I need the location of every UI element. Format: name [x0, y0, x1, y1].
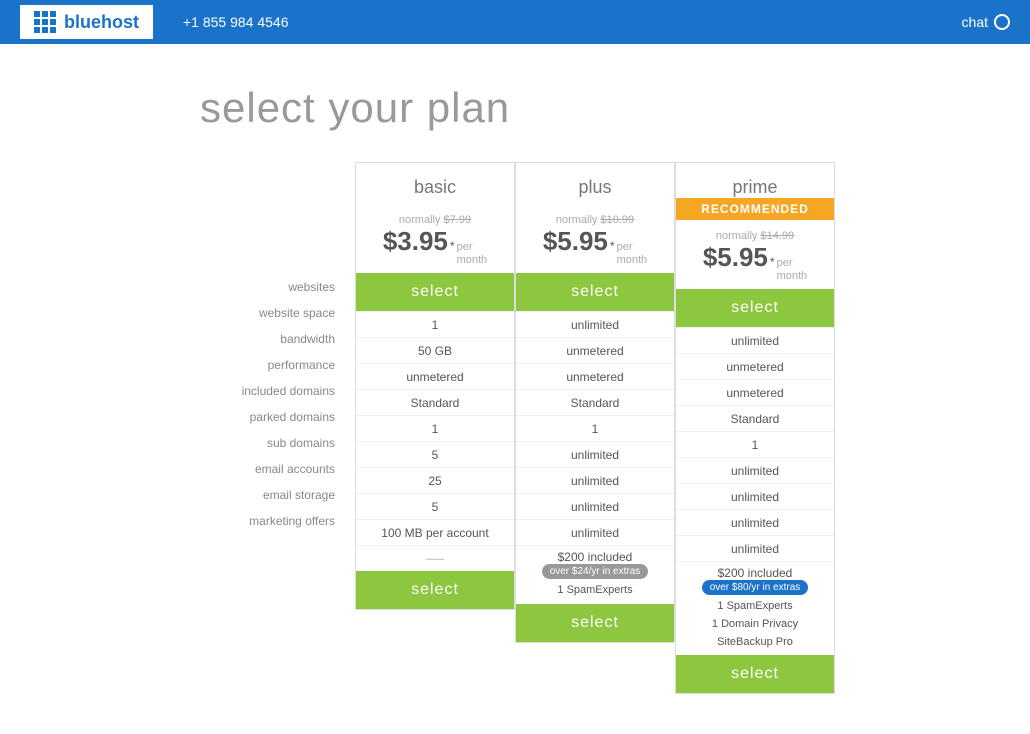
basic-original-price: $7.99 — [444, 214, 472, 226]
label-email-accounts: email accounts — [195, 456, 335, 482]
prime-extras-items: 1 SpamExperts1 Domain PrivacySiteBackup … — [712, 598, 798, 651]
prime-performance: Standard — [676, 405, 834, 431]
label-email-storage: email storage — [195, 482, 335, 508]
basic-price: $3.95 — [383, 226, 448, 257]
plus-plan-name: plus — [516, 163, 674, 204]
prime-marketing-text: $200 included — [718, 566, 793, 580]
chat-label: chat — [962, 14, 988, 30]
feature-labels: websites website space bandwidth perform… — [195, 162, 355, 534]
prime-select-bottom-button[interactable]: select — [676, 655, 834, 693]
basic-pricing: normally $7.99 $3.95 * permonth — [356, 204, 514, 273]
plus-bandwidth: unmetered — [516, 363, 674, 389]
page-title-area: select your plan — [0, 44, 1030, 162]
prime-website-space: unmetered — [676, 353, 834, 379]
recommended-badge: recommended — [676, 198, 834, 220]
plus-price: $5.95 — [543, 226, 608, 257]
plus-per: permonth — [617, 241, 648, 267]
prime-parked-domains: unlimited — [676, 457, 834, 483]
basic-per: permonth — [457, 241, 488, 267]
basic-marketing-offers: — — [356, 545, 514, 571]
basic-plan-name: basic — [356, 163, 514, 204]
label-bandwidth: bandwidth — [195, 326, 335, 352]
label-parked-domains: parked domains — [195, 404, 335, 430]
label-included-domains: included domains — [195, 378, 335, 404]
plus-email-storage: unlimited — [516, 519, 674, 545]
prime-email-accounts: unlimited — [676, 509, 834, 535]
plan-prime: prime recommended normally $14.99 $5.95 … — [675, 162, 835, 694]
logo-area[interactable]: bluehost — [20, 5, 153, 39]
plus-website-space: unmetered — [516, 337, 674, 363]
prime-bandwidth: unmetered — [676, 379, 834, 405]
prime-email-storage: unlimited — [676, 535, 834, 561]
label-website-space: website space — [195, 300, 335, 326]
basic-performance: Standard — [356, 389, 514, 415]
prime-pricing: normally $14.99 $5.95 * permonth — [676, 220, 834, 289]
plus-extras-badge: over $24/yr in extras — [542, 564, 649, 579]
plus-normally: normally $10.99 — [526, 214, 664, 226]
phone-number: +1 855 984 4546 — [183, 14, 289, 30]
plus-extras-items: 1 SpamExperts — [557, 582, 632, 600]
plus-included-domains: 1 — [516, 415, 674, 441]
plans-section: websites website space bandwidth perform… — [0, 162, 1030, 734]
basic-select-top-button[interactable]: select — [356, 273, 514, 311]
label-websites: websites — [195, 274, 335, 300]
label-marketing-offers: marketing offers — [195, 508, 335, 534]
logo-grid-icon — [34, 11, 56, 33]
prime-original-price: $14.99 — [760, 230, 794, 242]
header: bluehost +1 855 984 4546 chat — [0, 0, 1030, 44]
plus-email-accounts: unlimited — [516, 493, 674, 519]
basic-normally: normally $7.99 — [366, 214, 504, 226]
plan-plus: plus normally $10.99 $5.95 * permonth se… — [515, 162, 675, 643]
prime-plan-name: prime — [676, 163, 834, 198]
basic-select-bottom-button[interactable]: select — [356, 571, 514, 609]
plus-asterisk: * — [610, 239, 615, 253]
plus-marketing-text: $200 included — [558, 550, 633, 564]
plus-websites: unlimited — [516, 311, 674, 337]
plus-select-top-button[interactable]: select — [516, 273, 674, 311]
basic-bandwidth: unmetered — [356, 363, 514, 389]
plan-basic: basic normally $7.99 $3.95 * permonth se… — [355, 162, 515, 610]
prime-websites: unlimited — [676, 327, 834, 353]
chat-icon — [994, 14, 1010, 30]
chat-button[interactable]: chat — [962, 14, 1010, 30]
plus-features: unlimited unmetered unmetered Standard 1… — [516, 311, 674, 604]
prime-price: $5.95 — [703, 242, 768, 273]
basic-parked-domains: 5 — [356, 441, 514, 467]
plus-parked-domains: unlimited — [516, 441, 674, 467]
label-performance: performance — [195, 352, 335, 378]
basic-websites: 1 — [356, 311, 514, 337]
plus-pricing: normally $10.99 $5.95 * permonth — [516, 204, 674, 273]
prime-marketing-offers: $200 included over $80/yr in extras 1 Sp… — [676, 561, 834, 655]
basic-included-domains: 1 — [356, 415, 514, 441]
plus-select-bottom-button[interactable]: select — [516, 604, 674, 642]
prime-per: permonth — [777, 257, 808, 283]
basic-price-line: $3.95 * permonth — [366, 226, 504, 267]
basic-website-space: 50 GB — [356, 337, 514, 363]
prime-normally: normally $14.99 — [686, 230, 824, 242]
basic-asterisk: * — [450, 239, 455, 253]
prime-features: unlimited unmetered unmetered Standard 1… — [676, 327, 834, 655]
logo-text: bluehost — [64, 12, 139, 33]
basic-email-storage: 100 MB per account — [356, 519, 514, 545]
plus-performance: Standard — [516, 389, 674, 415]
plus-marketing-offers: $200 included over $24/yr in extras 1 Sp… — [516, 545, 674, 604]
label-sub-domains: sub domains — [195, 430, 335, 456]
page-title: select your plan — [200, 84, 1030, 132]
plus-sub-domains: unlimited — [516, 467, 674, 493]
basic-email-accounts: 5 — [356, 493, 514, 519]
plus-price-line: $5.95 * permonth — [526, 226, 664, 267]
basic-sub-domains: 25 — [356, 467, 514, 493]
prime-asterisk: * — [770, 255, 775, 269]
prime-sub-domains: unlimited — [676, 483, 834, 509]
prime-included-domains: 1 — [676, 431, 834, 457]
prime-select-top-button[interactable]: select — [676, 289, 834, 327]
prime-price-line: $5.95 * permonth — [686, 242, 824, 283]
basic-features: 1 50 GB unmetered Standard 1 5 25 5 100 … — [356, 311, 514, 571]
plus-original-price: $10.99 — [600, 214, 634, 226]
